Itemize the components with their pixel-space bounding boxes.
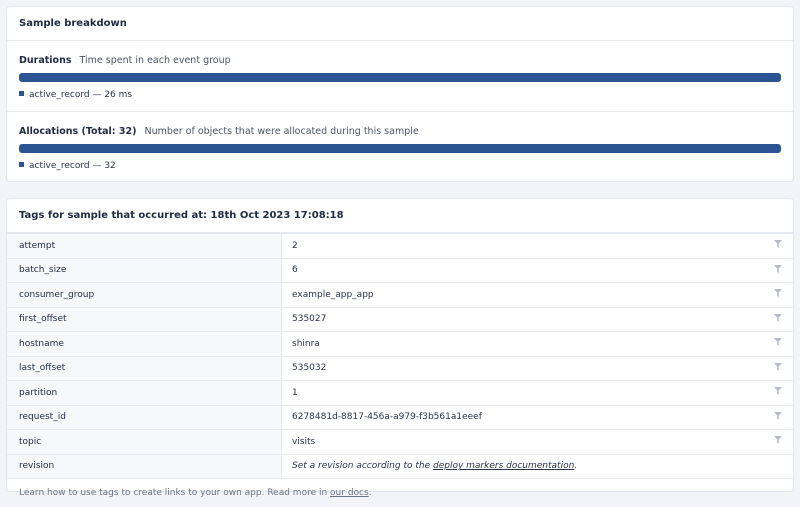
tag-row: consumer_group example_app_app	[7, 282, 793, 307]
tag-row: batch_size 6	[7, 257, 793, 283]
filter-icon[interactable]	[774, 411, 782, 420]
tag-row: request_id 6278481d-8817-456a-a979-f3b561…	[7, 404, 793, 430]
tag-key: first_offset	[7, 306, 282, 332]
durations-section: Durations Time spent in each event group…	[7, 55, 793, 101]
allocations-bar[interactable]	[19, 144, 781, 153]
tag-key: partition	[7, 380, 282, 405]
filter-icon[interactable]	[774, 387, 782, 396]
filter-icon[interactable]	[774, 362, 782, 371]
tags-table: attempt 2 batch_size 6 consumer_group example…	[7, 233, 793, 478]
tag-value: 6278481d-8817-456a-a979-f3b561a1eeef	[281, 404, 763, 430]
tag-row: partition 1	[7, 380, 793, 405]
deploy-markers-documentation-link[interactable]: deploy markers documentation	[433, 461, 574, 471]
tags-title: Tags for sample that occurred at: 18th O…	[7, 199, 793, 233]
durations-legend: active_record — 26 ms	[29, 90, 133, 100]
tag-value: 2	[281, 233, 763, 258]
tag-row: attempt 2	[7, 233, 793, 258]
tag-value: 535027	[281, 306, 763, 332]
allocations-section: Allocations (Total: 32) Number of object…	[7, 126, 793, 172]
allocations-legend: active_record — 32	[29, 161, 116, 171]
filter-icon[interactable]	[774, 338, 782, 347]
allocations-description: Number of objects that were allocated du…	[144, 126, 419, 137]
tag-key: topic	[7, 429, 282, 454]
tag-key: revision	[7, 453, 282, 478]
tags-footer: Learn how to use tags to create links to…	[7, 478, 793, 507]
tag-key: request_id	[7, 404, 282, 430]
allocations-label: Allocations (Total: 32)	[19, 126, 137, 137]
tag-value: example_app_app	[281, 282, 763, 307]
sample-tags-card: Tags for sample that occurred at: 18th O…	[6, 198, 794, 498]
tag-row-revision: revision Set a revision according to the …	[7, 453, 793, 478]
tag-value: visits	[281, 429, 763, 454]
tag-value: 6	[281, 257, 763, 283]
tag-key: consumer_group	[7, 282, 282, 307]
revision-hint: Set a revision according to the deploy m…	[292, 461, 578, 472]
filter-icon[interactable]	[774, 289, 782, 298]
footer-text: Learn how to use tags to create links to…	[19, 488, 331, 498]
durations-bar[interactable]	[19, 73, 781, 82]
durations-label: Durations	[19, 55, 72, 66]
tag-key: batch_size	[7, 257, 282, 283]
tag-row: topic visits	[7, 429, 793, 454]
filter-icon[interactable]	[774, 264, 782, 273]
tag-key: last_offset	[7, 355, 282, 381]
filter-icon[interactable]	[774, 240, 782, 249]
tag-key: attempt	[7, 233, 282, 258]
legend-square-icon	[19, 162, 24, 167]
sample-breakdown-title: Sample breakdown	[7, 7, 793, 41]
tag-value: shinra	[281, 331, 763, 356]
filter-icon[interactable]	[774, 436, 782, 445]
our-docs-link[interactable]: our docs	[330, 488, 369, 498]
tag-row: first_offset 535027	[7, 306, 793, 332]
filter-icon[interactable]	[774, 313, 782, 322]
tag-value: 535032	[281, 355, 763, 381]
tag-row: last_offset 535032	[7, 355, 793, 381]
tag-row: hostname shinra	[7, 331, 793, 356]
sample-breakdown-card: Sample breakdown Durations Time spent in…	[6, 6, 794, 182]
tag-key: hostname	[7, 331, 282, 356]
tag-value: 1	[281, 380, 763, 405]
section-divider	[7, 111, 793, 112]
legend-square-icon	[19, 91, 24, 96]
durations-description: Time spent in each event group	[79, 55, 231, 66]
